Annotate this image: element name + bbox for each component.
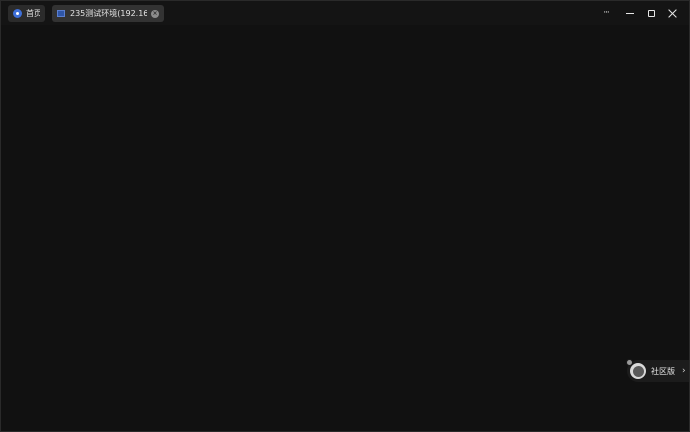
tab-home[interactable]: 首页 xyxy=(8,5,45,22)
community-label: 社区版 xyxy=(651,366,675,376)
maximize-icon xyxy=(647,9,655,17)
app-window: 首页 235测试环境(192.16... × ··· 社区版 › xyxy=(0,0,690,432)
home-eye-icon xyxy=(13,9,22,18)
close-window-button[interactable] xyxy=(663,5,681,21)
close-icon xyxy=(668,9,677,18)
community-edition-button[interactable]: 社区版 › xyxy=(627,360,689,382)
chevron-right-icon: › xyxy=(682,366,686,376)
minimize-icon xyxy=(626,12,634,14)
minimize-button[interactable] xyxy=(621,5,639,21)
notification-dot xyxy=(626,359,633,366)
maximize-button[interactable] xyxy=(642,5,660,21)
tab-session-label: 235测试环境(192.16... xyxy=(70,9,147,18)
tab-close-icon[interactable]: × xyxy=(151,9,159,18)
terminal-icon xyxy=(57,10,65,17)
tab-home-label: 首页 xyxy=(26,9,40,18)
more-options-button[interactable]: ··· xyxy=(597,5,615,21)
tab-session[interactable]: 235测试环境(192.16... × xyxy=(52,5,164,22)
community-badge-icon xyxy=(630,363,646,379)
title-bar: 首页 235测试环境(192.16... × ··· xyxy=(1,1,689,25)
